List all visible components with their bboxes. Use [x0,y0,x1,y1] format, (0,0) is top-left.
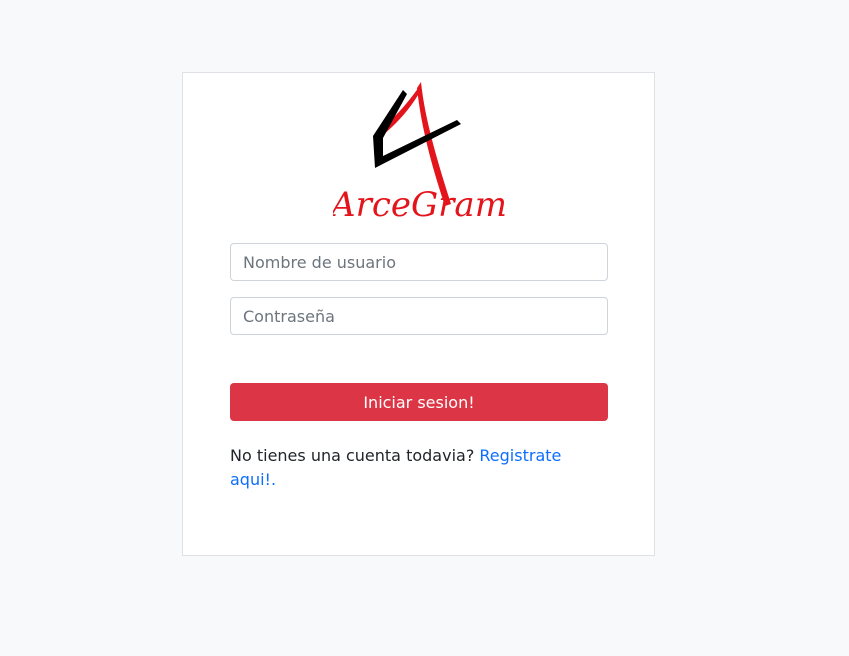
logo-text: ArceGram [333,185,505,222]
arcegram-logo: ArceGram [333,82,505,222]
login-button[interactable]: Iniciar sesion! [230,383,608,421]
register-prompt-text: No tienes una cuenta todavia? [230,446,475,465]
username-input[interactable] [230,243,608,281]
register-prompt: No tienes una cuenta todavia? Registrate… [230,444,608,492]
login-card: ArceGram Iniciar sesion! No tienes una c… [182,72,655,556]
password-input[interactable] [230,297,608,335]
